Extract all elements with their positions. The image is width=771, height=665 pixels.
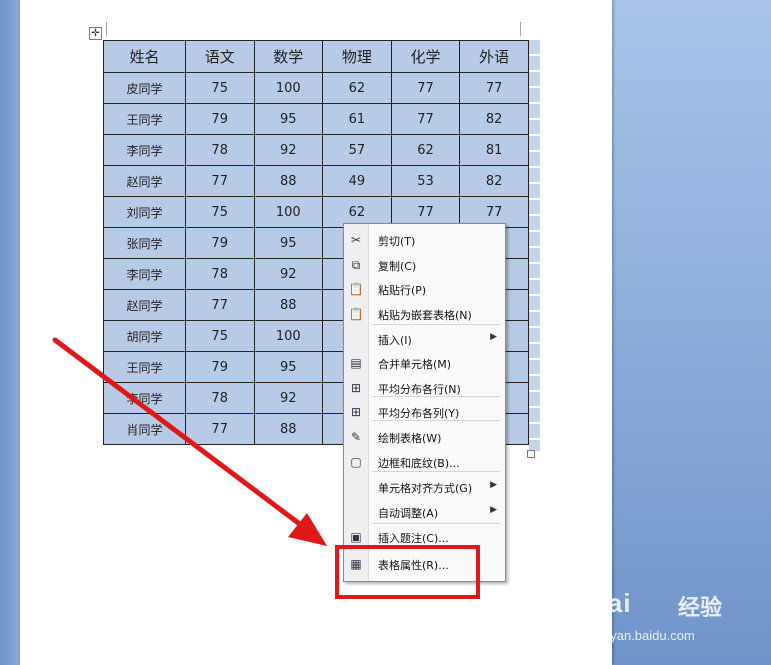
- menu-item-label: 平均分布各行(N): [378, 383, 461, 396]
- submenu-arrow-icon: ▶: [490, 505, 497, 515]
- distribute-columns-icon: ⊞: [350, 405, 362, 419]
- menu-item[interactable]: ⊞ 平均分布各行(N): [344, 377, 505, 399]
- submenu-arrow-icon: ▶: [490, 480, 497, 490]
- paste-nested-icon: 📋: [348, 307, 364, 321]
- menu-item-label: 剪切(T): [378, 235, 416, 248]
- insert-caption-icon: ▣: [350, 530, 362, 544]
- menu-item-label: 平均分布各列(Y): [378, 407, 460, 420]
- menu-item-label: 单元格对齐方式(G): [378, 482, 473, 495]
- menu-item-label: 插入题注(C)...: [378, 532, 449, 545]
- copy-icon: ⧉: [351, 258, 361, 272]
- submenu-arrow-icon: ▶: [490, 332, 497, 342]
- menu-item[interactable]: ▤ 合并单元格(M): [344, 352, 505, 374]
- menu-item-label: 复制(C): [378, 260, 417, 273]
- draw-table-icon: ✎: [350, 430, 362, 444]
- baidu-watermark: Bai 经验 jingyan.baidu.com: [588, 588, 763, 648]
- menu-item-label: 粘贴为嵌套表格(N): [378, 309, 472, 322]
- menu-item[interactable]: ✎ 绘制表格(W): [344, 426, 505, 448]
- menu-item[interactable]: 自动调整(A) ▶: [344, 501, 505, 523]
- menu-item[interactable]: ⧉ 复制(C): [344, 254, 505, 276]
- menu-item-label: 粘贴行(P): [378, 284, 427, 297]
- menu-item-label: 边框和底纹(B)...: [378, 457, 460, 470]
- watermark-brand-cn: 经验: [678, 596, 723, 621]
- menu-item[interactable]: 插入(I) ▶: [344, 328, 505, 350]
- scissors-icon: ✂: [350, 233, 362, 247]
- menu-separator: [372, 523, 500, 524]
- menu-item[interactable]: ⊞ 平均分布各列(Y): [344, 401, 505, 423]
- menu-item-label: 自动调整(A): [378, 507, 439, 520]
- menu-item-label: 插入(I): [378, 334, 412, 347]
- menu-item[interactable]: 📋 粘贴为嵌套表格(N): [344, 303, 505, 325]
- menu-item[interactable]: 单元格对齐方式(G) ▶: [344, 476, 505, 498]
- context-menu[interactable]: ✂ 剪切(T) ⧉ 复制(C) 📋 粘贴行(P) 📋 粘贴为嵌套表格(N) 插入(I) ▶ ▤ 合并单…: [343, 223, 506, 582]
- distribute-rows-icon: ⊞: [350, 381, 362, 395]
- watermark-brand: Bai: [588, 588, 632, 618]
- borders-shading-icon: ▢: [350, 455, 362, 469]
- merge-cells-icon: ▤: [350, 356, 362, 370]
- menu-item[interactable]: ▢ 边框和底纹(B)...: [344, 451, 505, 473]
- menu-item-label: 合并单元格(M): [378, 358, 452, 371]
- menu-item-label: 绘制表格(W): [378, 432, 442, 445]
- menu-item[interactable]: 📋 粘贴行(P): [344, 278, 505, 300]
- paste-icon: 📋: [348, 282, 364, 296]
- watermark-url: jingyan.baidu.com: [590, 628, 695, 643]
- highlight-box: [335, 545, 480, 599]
- menu-item[interactable]: ✂ 剪切(T): [344, 229, 505, 251]
